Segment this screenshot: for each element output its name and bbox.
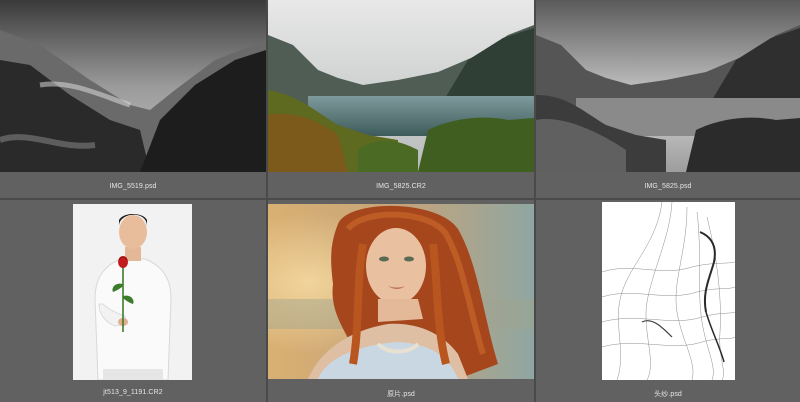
thumbnail-cell[interactable]: IMG_5519.psd: [0, 0, 266, 198]
thumbnail-cell[interactable]: IMG_5825.CR2: [268, 0, 534, 198]
thumbnail-filename[interactable]: 原片.psd: [268, 389, 534, 399]
thumbnail-filename[interactable]: jt513_9_1191.CR2: [0, 389, 266, 396]
thumbnail-filename[interactable]: IMG_5825.CR2: [268, 183, 534, 190]
thumbnail-filename[interactable]: 头纱.psd: [536, 389, 800, 399]
thumbnail-image[interactable]: [268, 204, 534, 379]
thumbnail-cell[interactable]: 原片.psd: [268, 200, 534, 402]
thumbnail-image[interactable]: [536, 0, 800, 172]
thumbnail-filename[interactable]: IMG_5825.psd: [536, 183, 800, 190]
thumbnail-image[interactable]: [0, 0, 266, 172]
thumbnail-cell[interactable]: IMG_5825.psd: [536, 0, 800, 198]
thumbnail-image[interactable]: [268, 0, 534, 172]
thumbnail-filename[interactable]: IMG_5519.psd: [0, 183, 266, 190]
thumbnail-image[interactable]: [602, 202, 735, 380]
thumbnail-cell[interactable]: jt513_9_1191.CR2: [0, 200, 266, 402]
thumbnail-cell[interactable]: 头纱.psd: [536, 200, 800, 402]
thumbnail-grid: IMG_5519.psd IMG_5825.CR2 IMG_5825.psd j…: [0, 0, 800, 402]
thumbnail-image[interactable]: [73, 204, 192, 380]
